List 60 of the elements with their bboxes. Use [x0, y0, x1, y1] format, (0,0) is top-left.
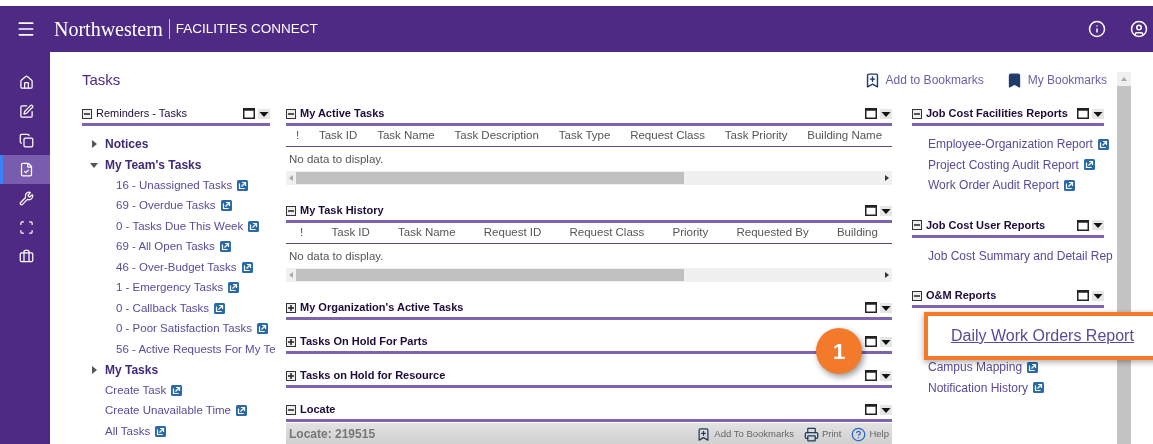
locate-label: Locate: 219515 [289, 426, 376, 443]
toolbar-button[interactable]: Add To Bookmarks [696, 426, 794, 442]
bookmark-button[interactable]: Add to Bookmarks [863, 71, 984, 89]
column-header[interactable]: Task Name [383, 224, 470, 242]
column-header[interactable]: Requested By [722, 224, 823, 242]
tree-node[interactable]: My Team's Tasks [105, 155, 202, 174]
empty-message: No data to display. [288, 152, 385, 167]
column-header[interactable]: Building [822, 224, 892, 242]
column-header[interactable]: Building Name [797, 127, 892, 145]
tree-node[interactable]: My Tasks [105, 360, 159, 379]
toolbar-button[interactable]: Print [803, 426, 842, 442]
report-link[interactable]: Work Order Audit Report [928, 176, 1060, 195]
column-header[interactable]: ! [286, 127, 310, 145]
column-header[interactable]: Task ID [317, 224, 384, 242]
product-name: FACILITIES CONNECT [175, 19, 318, 38]
column-header[interactable]: Task Priority [714, 127, 798, 145]
report-link[interactable]: 0 - Poor Satisfaction Tasks [116, 320, 252, 338]
panel-title: My Active Tasks [300, 106, 385, 122]
report-link[interactable]: Campus Mapping [928, 358, 1023, 377]
panel-title: Locate [300, 402, 336, 418]
column-header[interactable]: ! [286, 224, 318, 242]
column-header[interactable]: Task Name [367, 127, 445, 145]
report-link[interactable]: Create Unavailable Time [105, 402, 231, 420]
report-link[interactable]: Employee-Organization Report [928, 135, 1093, 154]
report-link[interactable]: 46 - Over-Budget Tasks [116, 258, 237, 276]
step-badge: 1 [816, 328, 862, 374]
toolbar-button[interactable]: Help [851, 426, 889, 442]
column-header[interactable]: Request ID [469, 224, 556, 242]
report-link[interactable]: 56 - Active Requests For My Te [116, 340, 276, 358]
report-link[interactable]: Notification History [928, 378, 1029, 397]
column-header[interactable]: Task Description [444, 127, 549, 145]
panel-title: Tasks On Hold For Parts [300, 334, 428, 350]
page-title: Tasks [82, 69, 121, 90]
column-header[interactable]: Request Class [555, 224, 659, 242]
column-header[interactable]: Task ID [309, 127, 368, 145]
report-link[interactable]: 1 - Emergency Tasks [116, 279, 224, 297]
column-header[interactable]: Request Class [620, 127, 715, 145]
panel-title: Reminders - Tasks [96, 106, 187, 122]
report-link[interactable]: Daily Work Orders Report [951, 324, 1134, 348]
panel-title: My Organization's Active Tasks [300, 300, 464, 316]
report-link[interactable]: Create Task [105, 381, 167, 399]
panel-title: Tasks on Hold for Resource [300, 368, 446, 384]
report-link[interactable]: 0 - Callback Tasks [116, 299, 210, 317]
panel-title: O&M Reports [926, 288, 997, 304]
column-header[interactable]: Priority [658, 224, 723, 242]
report-link[interactable]: Project Costing Audit Report [928, 155, 1079, 174]
panel-title: Job Cost Facilities Reports [926, 106, 1068, 122]
report-link[interactable]: Job Cost Summary and Detail Rep [928, 246, 1113, 265]
report-link[interactable]: 0 - Tasks Due This Week [116, 217, 244, 235]
bookmark-button[interactable]: My Bookmarks [1005, 71, 1107, 89]
empty-message: No data to display. [288, 249, 385, 264]
tree-node[interactable]: Notices [105, 135, 149, 154]
panel-title: Job Cost User Reports [926, 217, 1046, 233]
report-link[interactable]: 16 - Unassigned Tasks [116, 176, 233, 194]
report-link[interactable]: 69 - All Open Tasks [116, 238, 215, 256]
column-header[interactable]: Task Type [548, 127, 621, 145]
report-link[interactable]: All Tasks [105, 422, 151, 440]
report-link[interactable]: 69 - Overdue Tasks [116, 197, 216, 215]
panel-title: My Task History [300, 203, 384, 219]
brand-logo[interactable]: Northwestern [54, 14, 163, 44]
